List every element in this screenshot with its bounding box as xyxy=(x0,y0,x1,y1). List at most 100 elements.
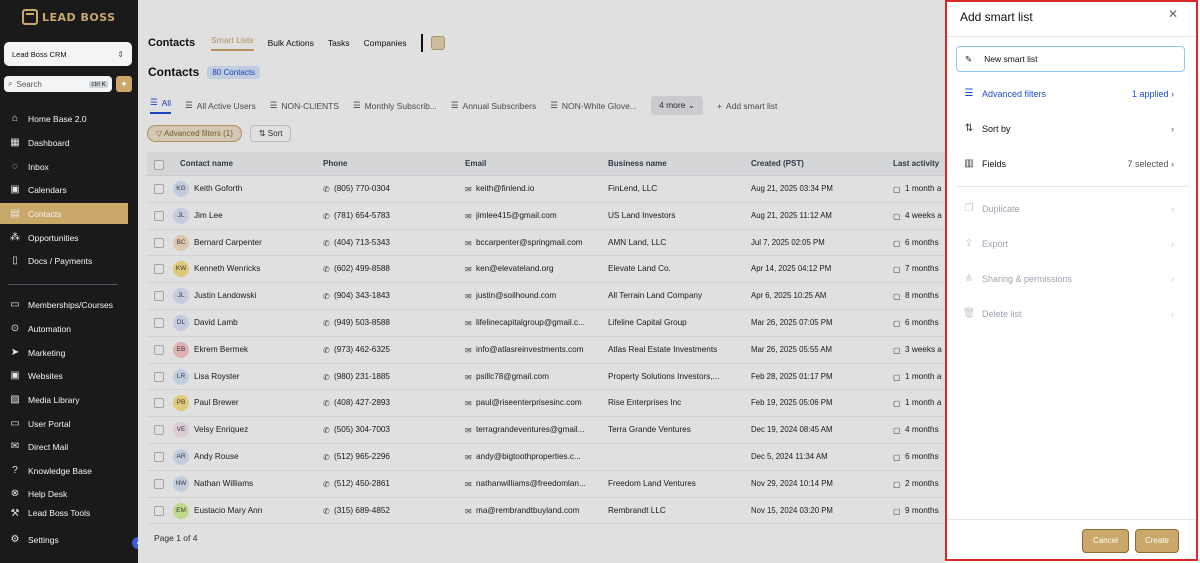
phone[interactable]: (512) 965-2296 xyxy=(334,452,454,461)
sidebar-item-user-portal[interactable]: ▭ User Portal xyxy=(0,413,128,434)
sidebar-item-automation[interactable]: ⊙ Automation xyxy=(0,318,128,339)
sidebar-item-lead-boss-tools[interactable]: ⚒ Lead Boss Tools xyxy=(0,507,128,519)
contact-name[interactable]: Eustacio Mary Ann xyxy=(194,506,319,515)
email[interactable]: jimlee415@gmail.com xyxy=(476,211,608,220)
email[interactable]: terragrandeventures@gmail... xyxy=(476,425,608,434)
sidebar-item-calendars[interactable]: ▣ Calendars xyxy=(0,179,128,200)
row-checkbox[interactable] xyxy=(154,264,164,275)
sidebar-item-media-library[interactable]: ▨ Media Library xyxy=(0,389,128,410)
sidebar-item-home-base[interactable]: ⌂ Home Base 2.0 xyxy=(0,108,128,129)
logo[interactable]: LEAD BOSS xyxy=(22,9,116,25)
table-row[interactable]: PB Paul Brewer ✆ (408) 427-2893 ✉ paul@riseen… xyxy=(147,390,947,418)
smart-list-name-input[interactable]: ✎ New smart list xyxy=(956,46,1185,72)
phone[interactable]: (805) 770-0304 xyxy=(334,184,454,193)
table-row[interactable]: VE Velsy Enriquez ✆ (505) 304-7003 ✉ terragra… xyxy=(147,417,947,444)
tab-annual-subscribers[interactable]: ☰ Annual Subscribers xyxy=(451,100,536,111)
row-checkbox[interactable] xyxy=(154,344,164,355)
cancel-button[interactable]: Cancel xyxy=(1082,529,1129,553)
tab-all[interactable]: ☰ All xyxy=(150,97,172,114)
sidebar-item-marketing[interactable]: ➤ Marketing xyxy=(0,342,128,363)
row-checkbox[interactable] xyxy=(154,451,164,462)
tab-companies[interactable]: Companies xyxy=(364,38,407,48)
email[interactable]: nathanwilliams@freedomlan... xyxy=(476,479,608,488)
email[interactable]: keith@finlend.io xyxy=(476,184,608,193)
column-header-business-name[interactable]: Business name xyxy=(608,159,667,168)
table-row[interactable]: EB Ekrem Bermek ✆ (973) 462-6325 ✉ info@atlas… xyxy=(147,337,947,364)
sharing-permissions-row[interactable]: ⋔ Sharing & permissions › xyxy=(962,273,1174,284)
phone[interactable]: (505) 304-7003 xyxy=(334,425,454,434)
tab-all-active-users[interactable]: ☰ All Active Users xyxy=(185,100,256,111)
select-all-checkbox[interactable] xyxy=(154,160,164,170)
settings-square-icon[interactable] xyxy=(430,36,445,50)
email[interactable]: psillc78@gmail.com xyxy=(476,372,608,381)
contact-name[interactable]: Bernard Carpenter xyxy=(194,238,319,247)
tab-non-white-glove[interactable]: ☰ NON-White Glove... xyxy=(550,100,637,111)
phone[interactable]: (512) 450-2861 xyxy=(334,479,454,488)
phone[interactable]: (904) 343-1843 xyxy=(334,291,454,300)
contact-name[interactable]: Jim Lee xyxy=(194,211,319,220)
tab-smart-lists[interactable]: Smart Lists xyxy=(211,35,254,51)
column-header-email[interactable]: Email xyxy=(465,159,486,168)
table-row[interactable]: LR Lisa Royster ✆ (980) 231-1885 ✉ psillc78@g… xyxy=(147,364,947,391)
row-checkbox[interactable] xyxy=(154,371,164,382)
phone[interactable]: (949) 503-8588 xyxy=(334,318,454,327)
export-row[interactable]: ⇪ Export › xyxy=(962,238,1174,249)
email[interactable]: lifelinecapitalgroup@gmail.c... xyxy=(476,318,608,327)
row-checkbox[interactable] xyxy=(154,505,164,516)
row-checkbox[interactable] xyxy=(154,210,164,221)
table-row[interactable]: BC Bernard Carpenter ✆ (404) 713-5343 ✉ bccar… xyxy=(147,230,947,257)
sidebar-item-knowledge-base[interactable]: ? Knowledge Base xyxy=(0,460,128,481)
advanced-filters-row[interactable]: ☰ Advanced filters 1 applied › xyxy=(962,88,1174,99)
column-header-contact-name[interactable]: Contact name xyxy=(180,159,233,168)
email[interactable]: justin@soilhound.com xyxy=(476,291,608,300)
contact-name[interactable]: Ekrem Bermek xyxy=(194,345,319,354)
sort-button[interactable]: ⇅ Sort xyxy=(249,125,292,142)
sidebar-item-memberships[interactable]: ▭ Memberships/Courses xyxy=(0,294,128,315)
sidebar-item-docs-payments[interactable]: ▯ Docs / Payments xyxy=(0,250,128,271)
contact-name[interactable]: Velsy Enriquez xyxy=(194,425,319,434)
phone[interactable]: (973) 462-6325 xyxy=(334,345,454,354)
email[interactable]: andy@bigtoothproperties.c... xyxy=(476,452,608,461)
close-icon[interactable]: ✕ xyxy=(1168,7,1178,21)
sidebar-item-websites[interactable]: ▣ Websites xyxy=(0,365,128,386)
table-row[interactable]: AR Andy Rouse ✆ (512) 965-2296 ✉ andy@bigtoot… xyxy=(147,444,947,471)
phone[interactable]: (315) 689-4852 xyxy=(334,506,454,515)
fields-row[interactable]: ▥ Fields 7 selected › xyxy=(962,158,1174,169)
contact-name[interactable]: Kenneth Wenricks xyxy=(194,264,319,273)
contact-name[interactable]: Keith Goforth xyxy=(194,184,319,193)
row-checkbox[interactable] xyxy=(154,237,164,248)
more-tabs-dropdown[interactable]: 4 more ⌄ xyxy=(650,96,703,115)
sidebar-item-help-desk[interactable]: ⊗ Help Desk xyxy=(0,483,128,504)
phone[interactable]: (781) 654-5783 xyxy=(334,211,454,220)
delete-list-row[interactable]: 🗑 Delete list › xyxy=(962,308,1174,319)
sidebar-item-dashboard[interactable]: ▦ Dashboard xyxy=(0,132,128,153)
tab-monthly-subscribers[interactable]: ☰ Monthly Subscrib... xyxy=(353,100,437,111)
tab-tasks[interactable]: Tasks xyxy=(328,38,350,48)
tab-bulk-actions[interactable]: Bulk Actions xyxy=(268,38,314,48)
tab-non-clients[interactable]: ☰ NON-CLIENTS xyxy=(270,100,339,111)
row-checkbox[interactable] xyxy=(154,317,164,328)
row-checkbox[interactable] xyxy=(154,478,164,489)
table-row[interactable]: JL Jim Lee ✆ (781) 654-5783 ✉ jimlee415@gmail… xyxy=(147,203,947,230)
phone[interactable]: (408) 427-2893 xyxy=(334,398,454,407)
email[interactable]: paul@riseenterprisesinc.com xyxy=(476,398,608,407)
sidebar-item-contacts[interactable]: ▤ Contacts xyxy=(0,203,128,224)
table-row[interactable]: KW Kenneth Wenricks ✆ (602) 499-8588 ✉ ken@el… xyxy=(147,256,947,284)
account-switcher[interactable]: Lead Boss CRM ⇕ xyxy=(4,42,132,66)
search-input[interactable]: ⌕ Search ctrl K xyxy=(4,76,112,92)
row-checkbox[interactable] xyxy=(154,398,164,409)
table-row[interactable]: KG Keith Goforth ✆ (805) 770-0304 ✉ keith@fin… xyxy=(147,176,947,203)
sidebar-item-settings[interactable]: ⚙ Settings xyxy=(0,529,128,550)
table-row[interactable]: EM Eustacio Mary Ann ✆ (315) 689-4852 ✉ ma@re… xyxy=(147,498,947,525)
create-button[interactable]: Create xyxy=(1135,529,1179,553)
email[interactable]: info@atlasreinvestments.com xyxy=(476,345,608,354)
contact-name[interactable]: Justin Landowski xyxy=(194,291,319,300)
table-row[interactable]: JL Justin Landowski ✆ (904) 343-1843 ✉ justin… xyxy=(147,283,947,310)
duplicate-row[interactable]: ❐ Duplicate › xyxy=(962,203,1174,214)
table-row[interactable]: NW Nathan Williams ✆ (512) 450-2861 ✉ nathanw… xyxy=(147,471,947,498)
email[interactable]: ma@rembrandtbuyland.com xyxy=(476,506,608,515)
phone[interactable]: (404) 713-5343 xyxy=(334,238,454,247)
add-smart-list-button[interactable]: + Add smart list xyxy=(717,101,777,111)
contact-name[interactable]: Andy Rouse xyxy=(194,452,319,461)
email[interactable]: ken@elevateland.org xyxy=(476,264,608,273)
